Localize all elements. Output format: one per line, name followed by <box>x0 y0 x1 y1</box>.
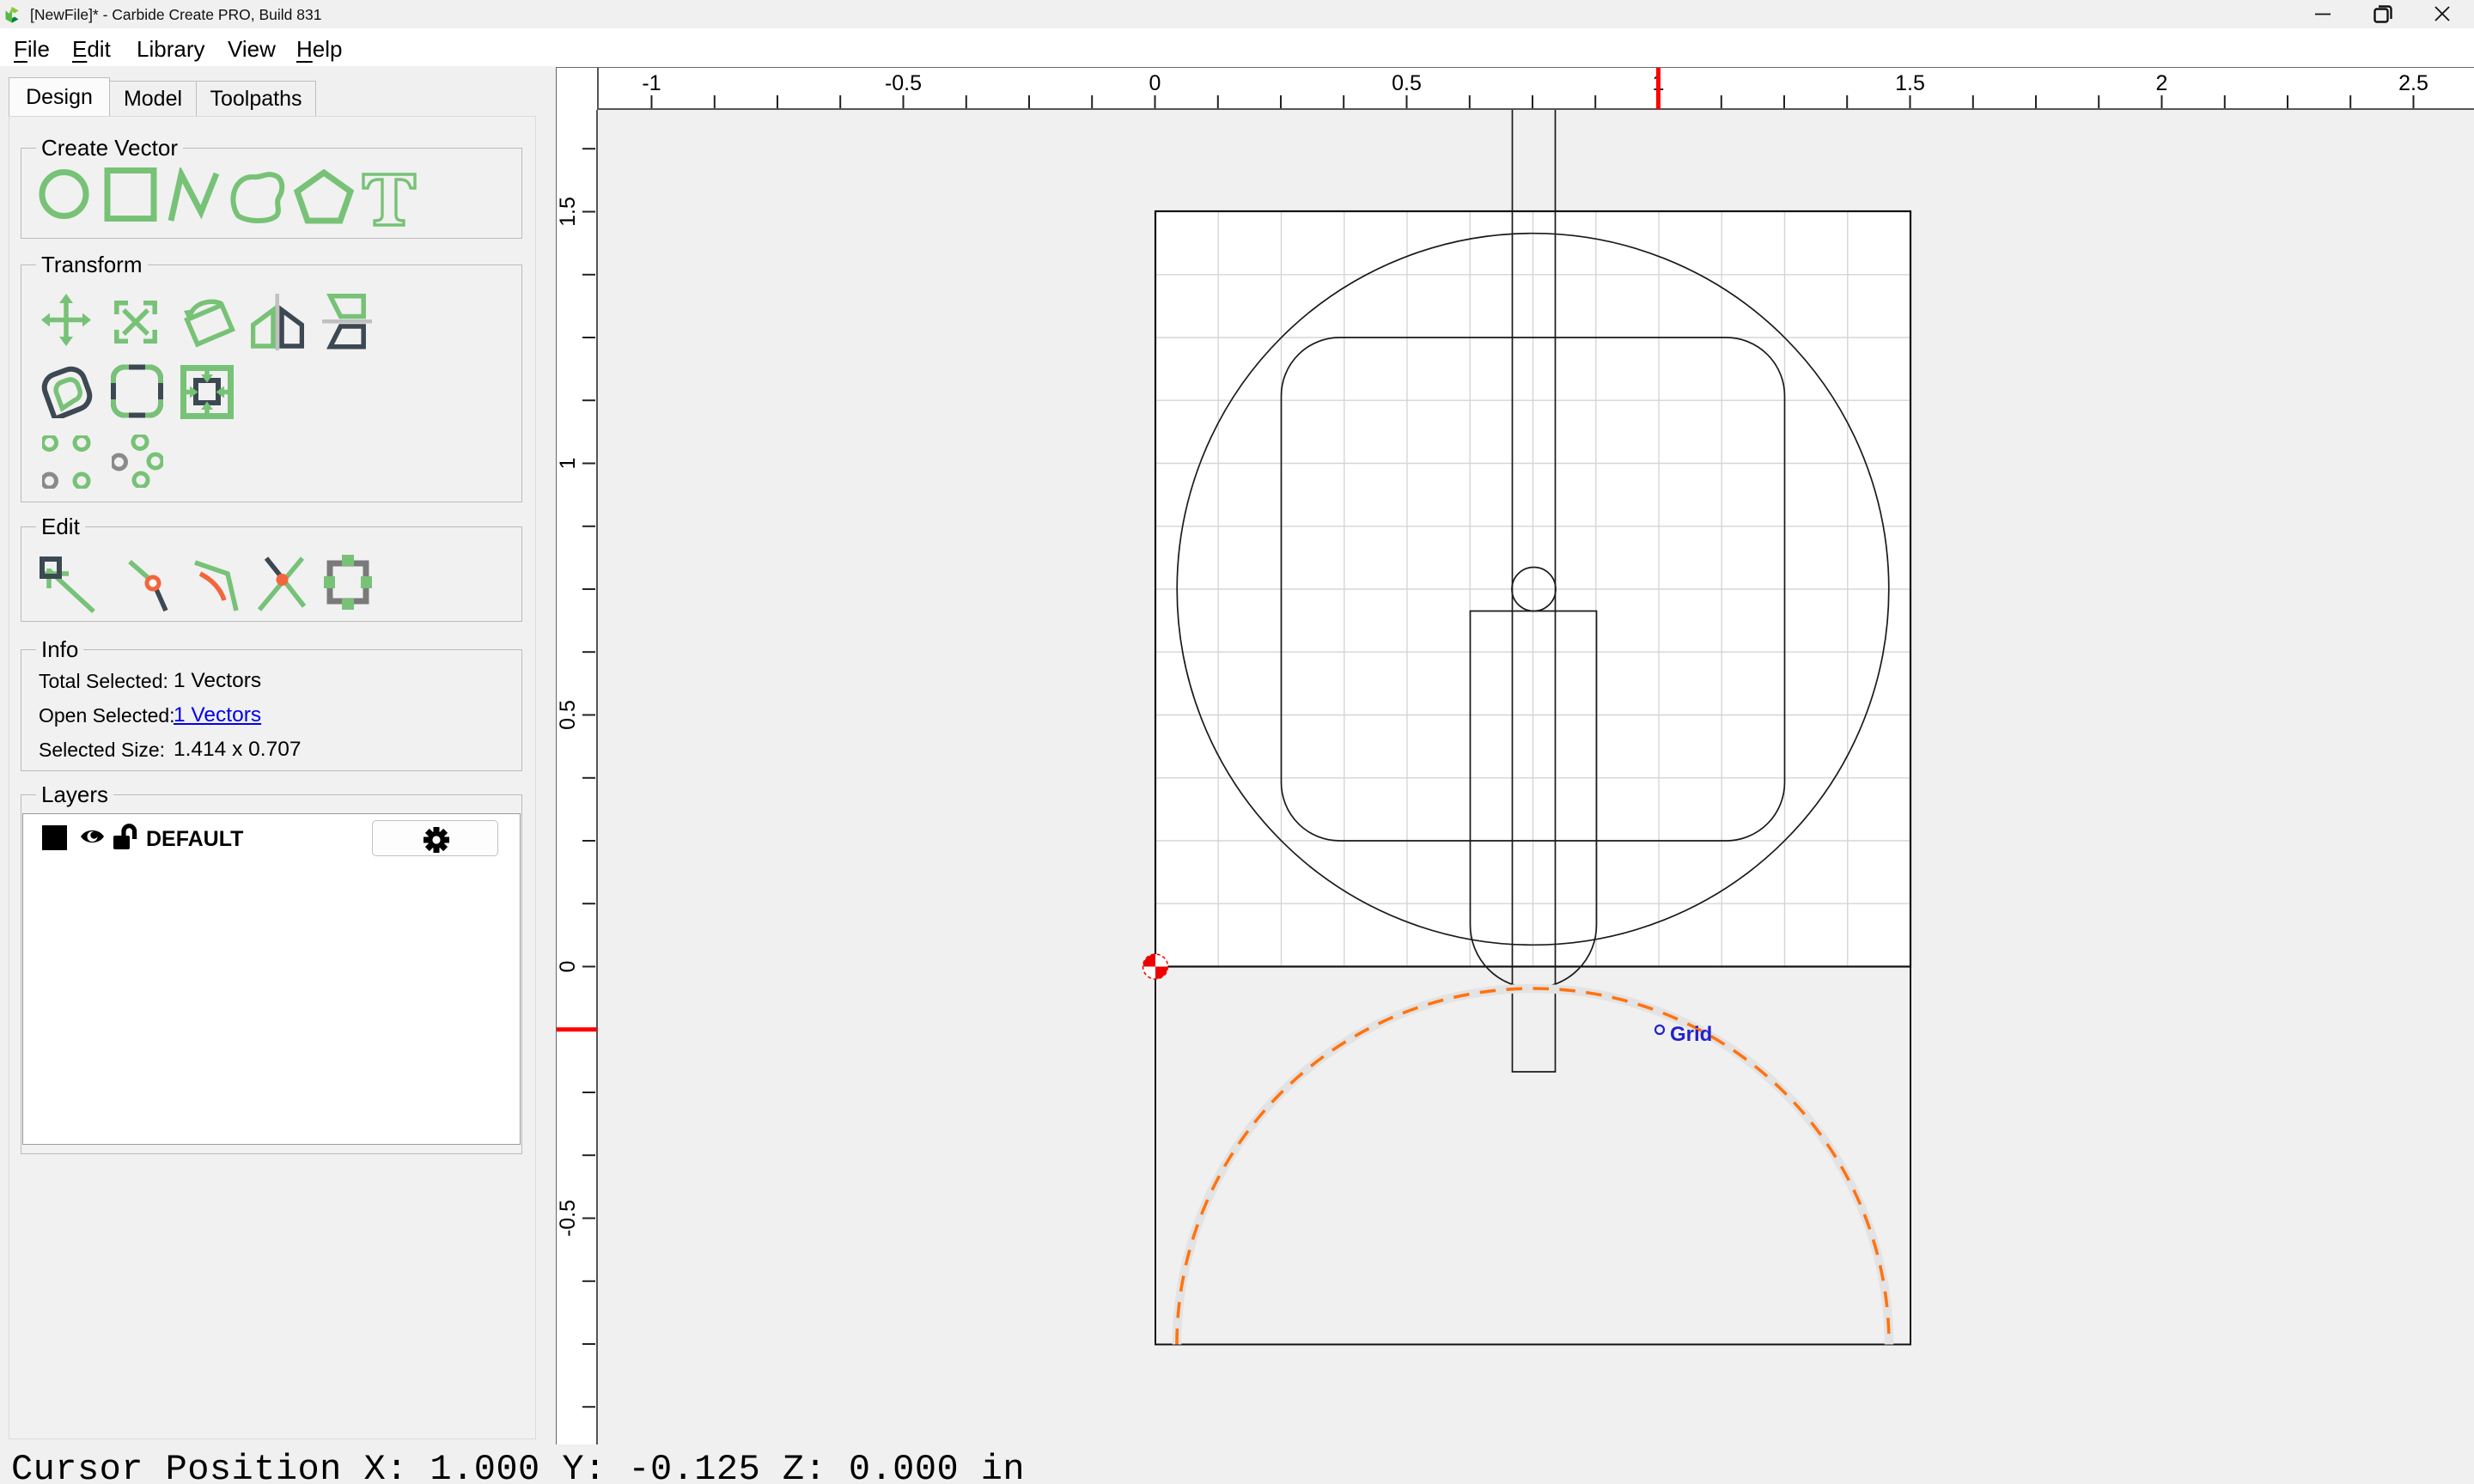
svg-text:-0.5: -0.5 <box>556 1200 580 1237</box>
svg-text:-0.5: -0.5 <box>885 71 922 95</box>
svg-text:2: 2 <box>2156 71 2168 95</box>
svg-text:0.5: 0.5 <box>556 700 580 730</box>
svg-text:2.5: 2.5 <box>2398 71 2428 95</box>
svg-text:0: 0 <box>556 961 580 973</box>
svg-text:0: 0 <box>1149 71 1161 95</box>
svg-text:1.5: 1.5 <box>1895 71 1925 95</box>
svg-text:1.5: 1.5 <box>556 197 580 227</box>
svg-text:0.5: 0.5 <box>1392 71 1422 95</box>
svg-text:-1: -1 <box>642 71 661 95</box>
svg-text:1: 1 <box>556 458 580 470</box>
svg-text:Grid: Grid <box>1670 1023 1712 1046</box>
